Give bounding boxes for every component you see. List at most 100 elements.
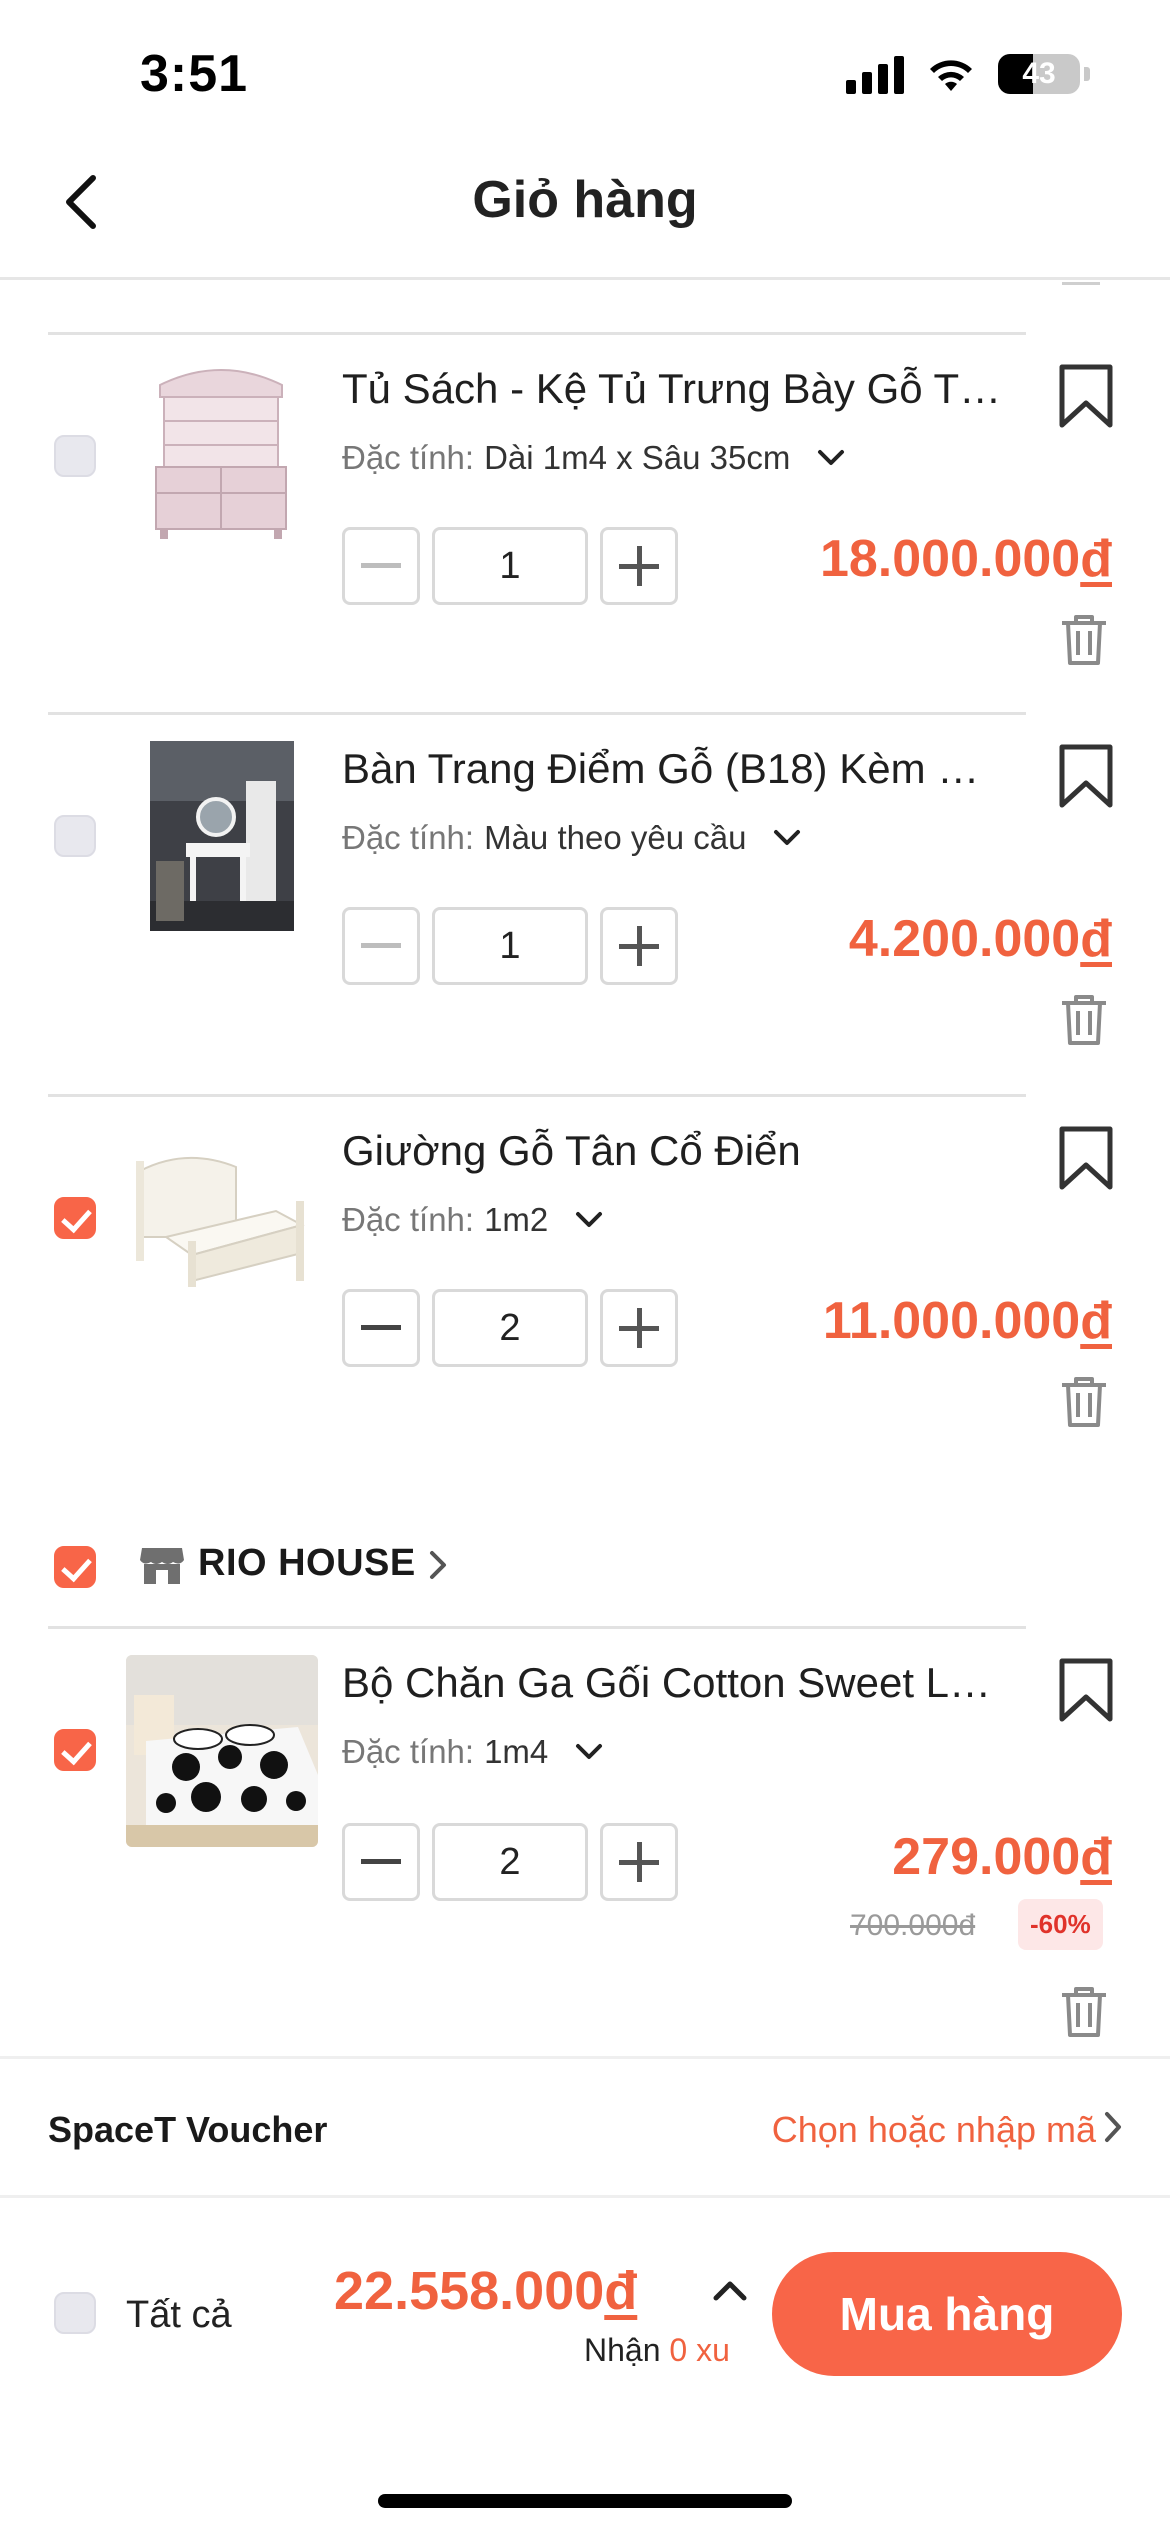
original-price: 700.000đ [850,1909,976,1942]
price-value: 4.200.000 [848,910,1081,968]
quantity-input[interactable]: 1 [432,527,588,605]
plus-icon [619,926,659,966]
shop-checkbox[interactable] [54,1546,96,1588]
variant-selector[interactable]: Đặc tính: Dài 1m4 x Sâu 35cm [342,439,846,477]
variant-value: Màu theo yêu cầu [484,819,747,856]
currency-symbol: đ [1080,1292,1112,1350]
currency-symbol: đ [1080,530,1112,588]
item-price: 18.000.000đ [820,529,1112,589]
bookmark-icon[interactable] [1056,1125,1116,1191]
bookmark-icon[interactable] [1056,363,1116,429]
item-checkbox[interactable] [54,815,96,857]
cart-item: Tủ Sách - Kệ Tủ Trưng Bày Gỗ Tân Cổ Điển… [0,335,1170,715]
trash-icon[interactable] [1060,613,1108,667]
price-value: 11.000.000 [822,1292,1081,1350]
cart-item: Bàn Trang Điểm Gỗ (B18) Kèm Gương Đặc tí… [0,715,1170,1095]
minus-icon [361,1859,401,1864]
shop-name[interactable]: RIO HOUSE [198,1542,416,1585]
variant-value: 1m4 [484,1733,549,1770]
decrement-button[interactable] [342,907,420,985]
cellular-signal-icon [846,54,904,94]
variant-value: 1m2 [484,1201,549,1238]
wifi-icon [930,60,972,91]
item-checkbox[interactable] [54,1197,96,1239]
store-icon [140,1548,184,1584]
trash-icon[interactable] [1060,1375,1108,1429]
item-name[interactable]: Giường Gỗ Tân Cổ Điển [342,1127,1002,1175]
quantity-stepper: 2 [342,1823,678,1901]
total-value: 22.558.000 [334,2261,605,2321]
product-image[interactable] [150,741,294,931]
quantity-input[interactable]: 2 [432,1823,588,1901]
coins-reward: Nhận 0 xu [584,2332,730,2369]
chevron-right-icon[interactable] [428,1550,448,1580]
coins-value: 0 xu [669,2332,730,2368]
quantity-input[interactable]: 1 [432,907,588,985]
plus-icon [619,1308,659,1348]
item-checkbox[interactable] [54,1729,96,1771]
nav-bar: Giỏ hàng [0,140,1170,280]
item-name[interactable]: Bộ Chăn Ga Gối Cotton Sweet Love [342,1659,1002,1707]
cart-item: Bộ Chăn Ga Gối Cotton Sweet Love Đặc tín… [0,1629,1170,2049]
minus-icon [361,563,401,568]
minus-icon [361,1325,401,1330]
home-indicator[interactable] [378,2494,792,2508]
plus-icon [619,546,659,586]
scroll-indicator [1062,282,1100,285]
status-icons: 43 [846,52,1090,96]
select-all-label[interactable]: Tất cả [126,2294,232,2337]
variant-selector[interactable]: Đặc tính: 1m2 [342,1201,604,1239]
product-image[interactable] [126,1141,312,1291]
bookmark-icon[interactable] [1056,743,1116,809]
increment-button[interactable] [600,527,678,605]
product-image[interactable] [126,355,316,547]
trash-icon[interactable] [1060,1985,1108,2039]
item-name[interactable]: Bàn Trang Điểm Gỗ (B18) Kèm Gương [342,745,1002,793]
variant-label: Đặc tính: [342,1201,475,1238]
minus-icon [361,943,401,948]
trash-icon[interactable] [1060,993,1108,1047]
increment-button[interactable] [600,1823,678,1901]
variant-selector[interactable]: Đặc tính: Màu theo yêu cầu [342,819,802,857]
discount-badge: -60% [1018,1899,1103,1950]
variant-label: Đặc tính: [342,439,475,476]
item-checkbox[interactable] [54,435,96,477]
chevron-down-icon [774,830,801,845]
voucher-select-link[interactable]: Chọn hoặc nhập mã [772,2109,1096,2151]
item-price: 11.000.000đ [823,1291,1112,1351]
page-title: Giỏ hàng [472,171,698,229]
bookmark-icon[interactable] [1056,1657,1116,1723]
chevron-down-icon [818,450,845,465]
decrement-button[interactable] [342,527,420,605]
chevron-down-icon [576,1744,603,1759]
status-bar: 3:51 43 [0,0,1170,140]
product-image[interactable] [126,1655,318,1847]
coins-prefix: Nhận [584,2332,661,2368]
variant-selector[interactable]: Đặc tính: 1m4 [342,1733,604,1771]
battery-cap [1084,67,1090,81]
chevron-right-icon [1105,2112,1121,2142]
item-name[interactable]: Tủ Sách - Kệ Tủ Trưng Bày Gỗ Tân Cổ Điển [342,365,1002,413]
chevron-down-icon [576,1212,603,1227]
quantity-stepper: 1 [342,907,678,985]
quantity-stepper: 2 [342,1289,678,1367]
increment-button[interactable] [600,1289,678,1367]
bookcase-image [126,355,316,547]
chevron-up-icon[interactable] [712,2278,748,2302]
checkout-bar: Tất cả 22.558.000đ Nhận 0 xu Mua hàng [0,2198,1170,2532]
voucher-label: SpaceT Voucher [48,2109,328,2150]
increment-button[interactable] [600,907,678,985]
buy-button[interactable]: Mua hàng [772,2252,1122,2376]
variant-label: Đặc tính: [342,1733,475,1770]
plus-icon [619,1842,659,1882]
quantity-input[interactable]: 2 [432,1289,588,1367]
voucher-row[interactable]: SpaceT Voucher Chọn hoặc nhập mã [0,2056,1170,2198]
shop-header: RIO HOUSE [0,1528,1170,1608]
battery-icon: 43 [998,54,1080,94]
currency-symbol: đ [604,2261,638,2321]
decrement-button[interactable] [342,1823,420,1901]
decrement-button[interactable] [342,1289,420,1367]
currency-symbol: đ [1080,910,1112,968]
status-time: 3:51 [140,45,249,103]
select-all-checkbox[interactable] [54,2292,96,2334]
